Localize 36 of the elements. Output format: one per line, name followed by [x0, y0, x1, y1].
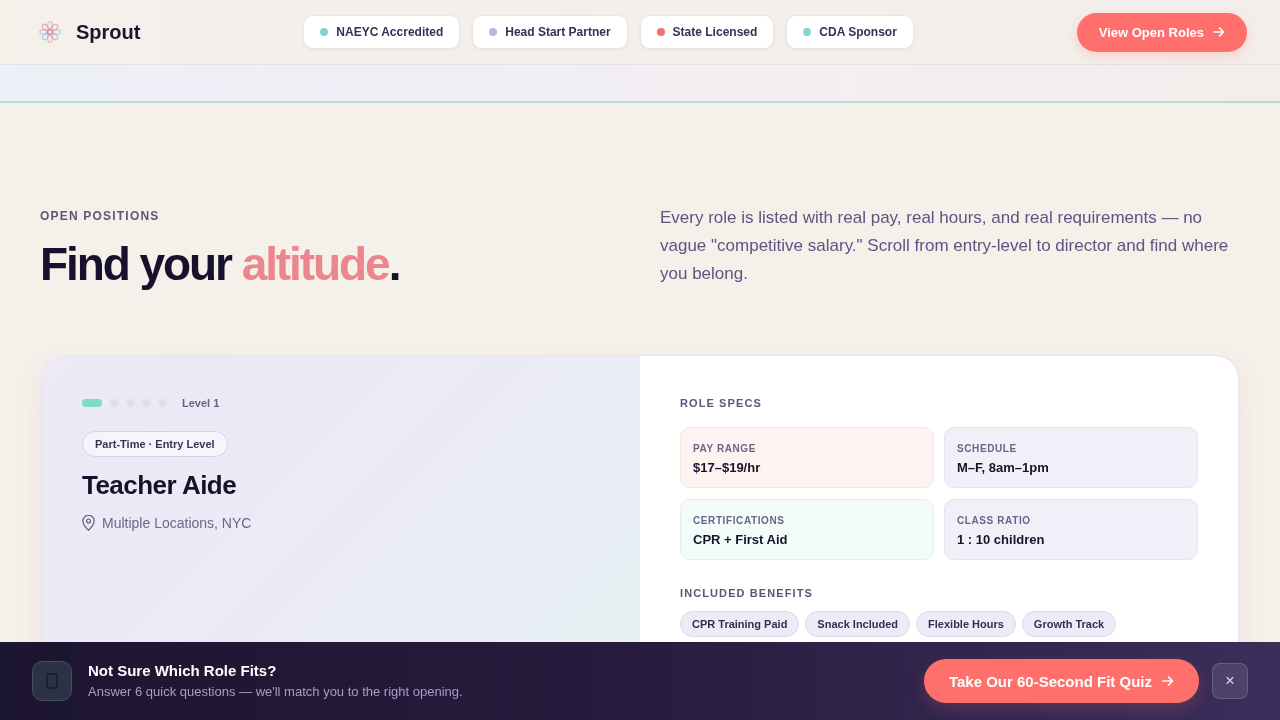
- banner-subtitle: Answer 6 quick questions — we'll match you to the right opening.: [88, 683, 463, 701]
- specs-heading: ROLE SPECS: [680, 396, 763, 410]
- spec-label: PAY RANGE: [693, 442, 757, 455]
- spec-label: CERTIFICATIONS: [693, 514, 786, 527]
- spec-value: 1 : 10 children: [957, 531, 1046, 548]
- spec-value: CPR + First Aid: [693, 531, 789, 548]
- square-glyph-icon: [32, 661, 72, 701]
- role-title: Teacher Aide: [82, 469, 238, 501]
- spec-value: M–F, 8am–1pm: [957, 459, 1050, 476]
- badge-label: State Licensed: [672, 25, 758, 39]
- badge-label: CDA Sponsor: [819, 25, 897, 39]
- benefit-tag: Growth Track: [1021, 611, 1117, 637]
- badge-label: NAEYC Accredited: [336, 25, 444, 39]
- benefit-tag: Snack Included: [805, 611, 911, 637]
- location-text: Multiple Locations, NYC: [102, 514, 252, 532]
- role-type-tag: Part-Time · Entry Level: [82, 431, 228, 457]
- badge-label: Head Start Partner: [505, 25, 611, 39]
- spec-value: $17–$19/hr: [693, 459, 762, 476]
- quiz-button[interactable]: Take Our 60-Second Fit Quiz: [923, 659, 1199, 703]
- banner-title: Not Sure Which Role Fits?: [88, 661, 278, 681]
- arrow-right-icon: [1213, 26, 1225, 38]
- benefit-tag: CPR Training Paid: [680, 611, 800, 637]
- spec-label: CLASS RATIO: [957, 514, 1032, 527]
- section-heading: Find your altitude.: [40, 239, 401, 290]
- spec-label: SCHEDULE: [957, 442, 1018, 455]
- arrow-right-icon: [1162, 675, 1174, 687]
- level-label: Level 1: [182, 397, 220, 409]
- flower-logo-icon: [38, 20, 62, 44]
- benefit-tag: Flexible Hours: [916, 611, 1016, 637]
- brand-name: Sprout: [76, 20, 141, 44]
- view-roles-button[interactable]: View Open Roles: [1076, 12, 1247, 52]
- close-button[interactable]: ×: [1212, 663, 1248, 699]
- benefits-heading: INCLUDED BENEFITS: [680, 586, 814, 600]
- location-pin-icon: [82, 515, 95, 531]
- section-eyebrow: OPEN POSITIONS: [40, 209, 161, 223]
- intro-paragraph: Every role is listed with real pay, real hours, and real requirements — no vague "competitive salary." Scroll from entry-level to director and find where you belong.: [660, 207, 1230, 285]
